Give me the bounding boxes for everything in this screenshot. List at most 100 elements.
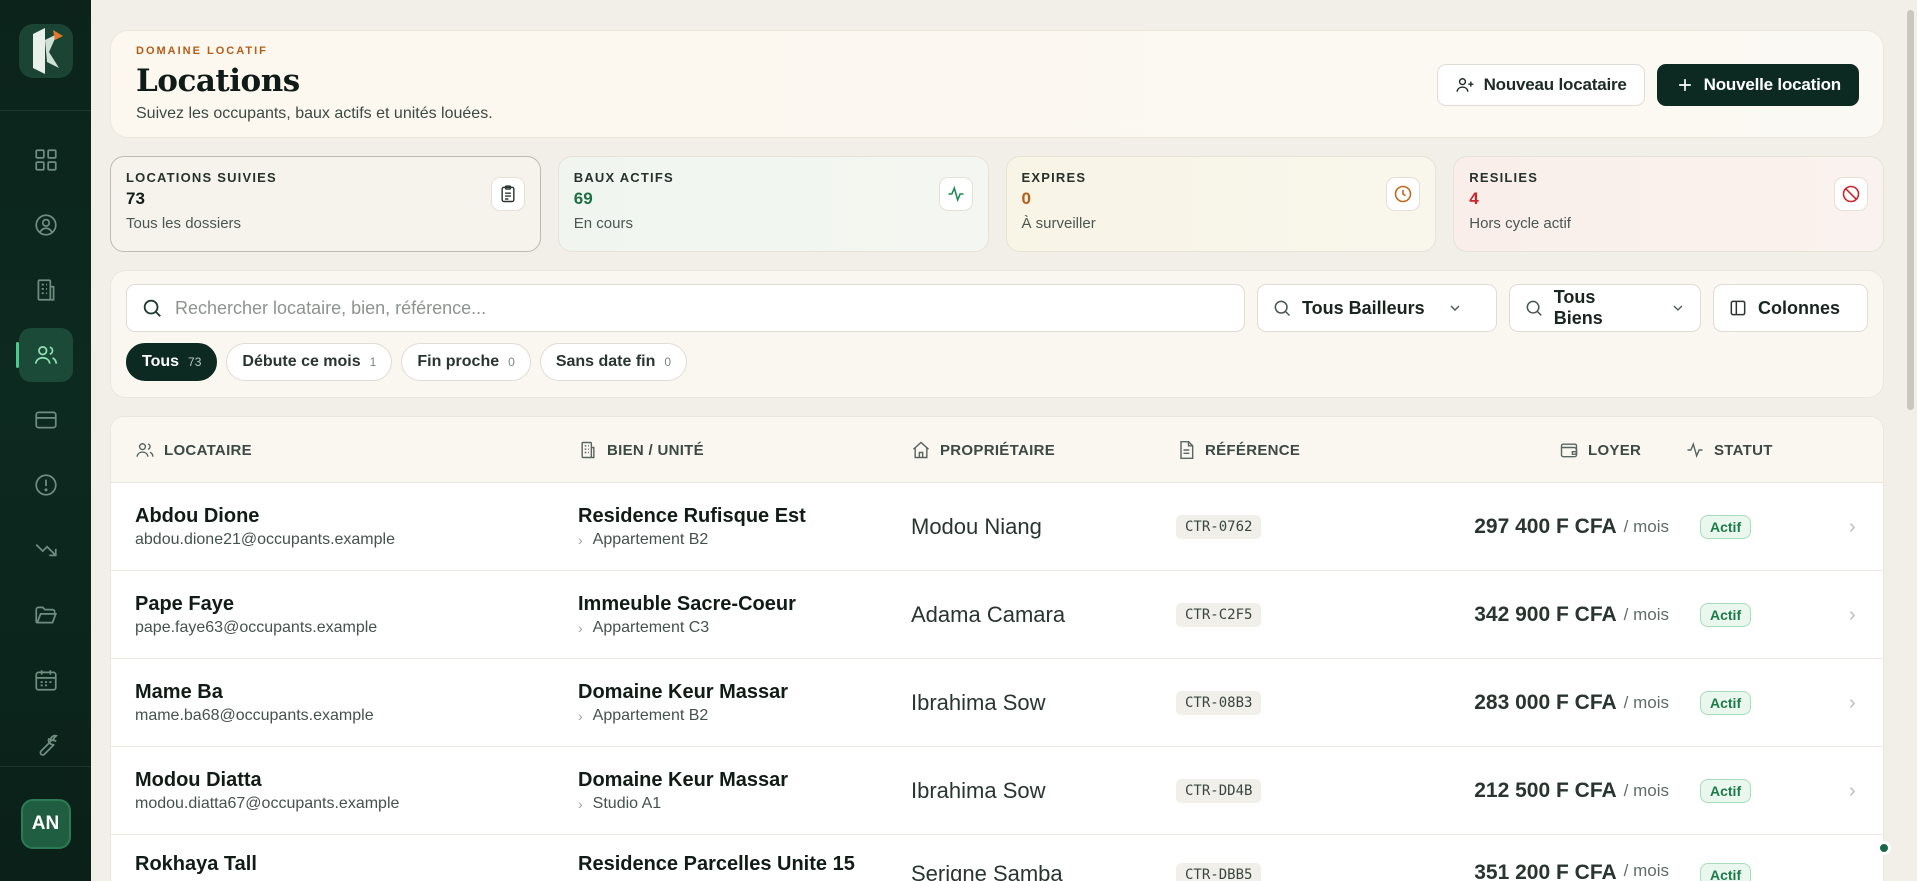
- file-text-icon: [1180, 440, 1194, 460]
- tenant-cell: Rokhaya Tall: [135, 835, 257, 881]
- asset-name: Residence Rufisque Est: [578, 505, 806, 527]
- table-row[interactable]: Pape Faye pape.faye63@occupants.example I…: [111, 571, 1883, 659]
- stat-card-expired[interactable]: EXPIRES 0 À surveiller: [1005, 156, 1437, 252]
- page-scrollbar[interactable]: [1907, 10, 1914, 410]
- stat-card-terminated[interactable]: RESILIES 4 Hors cycle actif: [1453, 156, 1884, 252]
- chip-no-end-date[interactable]: Sans date fin 0: [539, 343, 688, 381]
- sidebar-nav: [15, 133, 73, 783]
- columns-label: Colonnes: [1758, 297, 1841, 318]
- reference-code: CTR-08B3: [1176, 691, 1262, 715]
- search-input[interactable]: [175, 297, 1230, 319]
- sidebar-item-buildings[interactable]: [19, 263, 73, 317]
- row-chevron-right-icon[interactable]: ›: [1849, 483, 1856, 571]
- status-badge: Actif: [1700, 863, 1752, 881]
- table-row[interactable]: Mame Ba mame.ba68@occupants.example Domai…: [111, 659, 1883, 747]
- owner-cell: Serigne Samba: [911, 835, 1063, 881]
- sidebar-item-profile[interactable]: [19, 198, 73, 252]
- row-chevron-right-icon[interactable]: ›: [1849, 659, 1856, 747]
- rent-amount: 342 900 F CFA: [1474, 603, 1617, 626]
- owner-name: Adama Camara: [911, 602, 1066, 627]
- wallet-icon: [1560, 443, 1578, 458]
- rent-cell: 297 400 F CFA / mois: [1361, 483, 1669, 571]
- sidebar-item-locations[interactable]: [15, 328, 73, 382]
- main-content: DOMAINE LOCATIF Locations Suivez les occ…: [110, 30, 1884, 881]
- column-label: LOYER: [1588, 441, 1642, 459]
- trending-down-icon: [35, 543, 57, 557]
- tenant-name: Mame Ba: [135, 681, 223, 703]
- app-logo[interactable]: [18, 24, 73, 78]
- new-rental-button[interactable]: Nouvelle location: [1656, 64, 1859, 106]
- new-tenant-label: Nouveau locataire: [1483, 75, 1627, 94]
- tenant-email: mame.ba68@occupants.example: [135, 707, 374, 724]
- user-menu: AN: [0, 766, 91, 881]
- table-row[interactable]: Abdou Dione abdou.dione21@occupants.examp…: [111, 483, 1883, 571]
- sidebar-item-tools[interactable]: [19, 718, 73, 772]
- row-chevron-right-icon[interactable]: ›: [1849, 571, 1856, 659]
- sidebar-item-payments[interactable]: [19, 393, 73, 447]
- reference-code: CTR-0762: [1176, 515, 1262, 539]
- sidebar-item-dashboard[interactable]: [19, 133, 73, 187]
- avatar[interactable]: AN: [20, 799, 71, 849]
- unit-line: › Studio A1: [578, 795, 788, 813]
- tenant-cell: Abdou Dione abdou.dione21@occupants.examp…: [135, 483, 395, 571]
- rent-amount: 297 400 F CFA: [1474, 515, 1617, 538]
- clock-icon: [1386, 177, 1421, 211]
- search-icon: [1526, 300, 1542, 316]
- tenant-email: abdou.dione21@occupants.example: [135, 531, 395, 548]
- unit-name: Appartement B2: [592, 531, 709, 548]
- reference-code: CTR-DBB5: [1176, 863, 1262, 881]
- table-row[interactable]: Modou Diatta modou.diatta67@occupants.exa…: [111, 747, 1883, 835]
- asset-cell: Residence Parcelles Unite 15: [578, 835, 855, 881]
- column-header-owner[interactable]: PROPRIÉTAIRE: [911, 417, 1055, 483]
- column-header-status[interactable]: STATUT: [1685, 417, 1773, 483]
- search-box[interactable]: [126, 284, 1245, 332]
- status-badge: Actif: [1700, 779, 1752, 803]
- rent-period: / mois: [1623, 781, 1669, 800]
- user-plus-icon: [1455, 78, 1473, 92]
- owners-select[interactable]: Tous Bailleurs: [1257, 284, 1497, 332]
- owner-name: Modou Niang: [911, 514, 1042, 539]
- chip-starts-this-month[interactable]: Débute ce mois 1: [226, 343, 393, 381]
- rent-cell: 283 000 F CFA / mois: [1361, 659, 1669, 747]
- column-label: LOCATAIRE: [164, 441, 252, 459]
- stat-value: 69: [573, 189, 593, 208]
- column-header-reference[interactable]: RÉFÉRENCE: [1176, 417, 1300, 483]
- sidebar-item-calendar[interactable]: [19, 653, 73, 707]
- column-header-asset[interactable]: BIEN / UNITÉ: [578, 417, 704, 483]
- rentals-table: LOCATAIRE BIEN / UNITÉ PROPRIÉTAIRE RÉFÉ…: [110, 416, 1884, 881]
- owner-name: Serigne Samba: [911, 861, 1063, 881]
- chip-all[interactable]: Tous 73: [126, 343, 218, 381]
- tenant-name: Modou Diatta: [135, 769, 262, 791]
- sidebar-item-documents[interactable]: [19, 588, 73, 642]
- status-cell: Actif: [1700, 835, 1752, 881]
- logo-mark-icon: [32, 28, 63, 74]
- assets-select[interactable]: Tous Biens: [1509, 284, 1701, 332]
- sidebar-item-alerts[interactable]: [19, 458, 73, 512]
- chip-count: 0: [508, 355, 515, 369]
- asset-name: Domaine Keur Massar: [578, 681, 789, 703]
- tenant-email: modou.diatta67@occupants.example: [135, 795, 400, 812]
- rent-amount: 283 000 F CFA: [1474, 691, 1617, 714]
- columns-button[interactable]: Colonnes: [1713, 284, 1868, 332]
- reference-cell: CTR-DD4B: [1176, 747, 1262, 835]
- column-header-rent[interactable]: LOYER: [1559, 417, 1641, 483]
- stat-card-tracked[interactable]: LOCATIONS SUIVIES 73 Tous les dossiers: [110, 156, 541, 252]
- owner-cell: Modou Niang: [911, 483, 1042, 571]
- owners-select-value: Tous Bailleurs: [1302, 297, 1425, 318]
- chevron-down-icon: [1450, 305, 1460, 311]
- unit-name: Studio A1: [592, 795, 662, 812]
- stat-value: 0: [1021, 189, 1031, 208]
- owner-cell: Adama Camara: [911, 571, 1065, 659]
- tenant-cell: Pape Faye pape.faye63@occupants.example: [135, 571, 377, 659]
- chevron-right-icon: ›: [578, 708, 583, 724]
- row-chevron-right-icon[interactable]: ›: [1849, 747, 1856, 835]
- column-header-tenant[interactable]: LOCATAIRE: [135, 417, 252, 483]
- column-label: STATUT: [1714, 441, 1773, 459]
- stat-card-active[interactable]: BAUX ACTIFS 69 En cours: [557, 156, 989, 252]
- new-tenant-button[interactable]: Nouveau locataire: [1436, 64, 1645, 106]
- table-row[interactable]: Rokhaya Tall Residence Parcelles Unite 1…: [111, 835, 1883, 881]
- rent-amount: 351 200 F CFA: [1474, 861, 1617, 881]
- chip-ending-soon[interactable]: Fin proche 0: [401, 343, 531, 381]
- header-actions: Nouveau locataire Nouvelle location: [1436, 64, 1859, 106]
- sidebar-item-trends[interactable]: [19, 523, 73, 577]
